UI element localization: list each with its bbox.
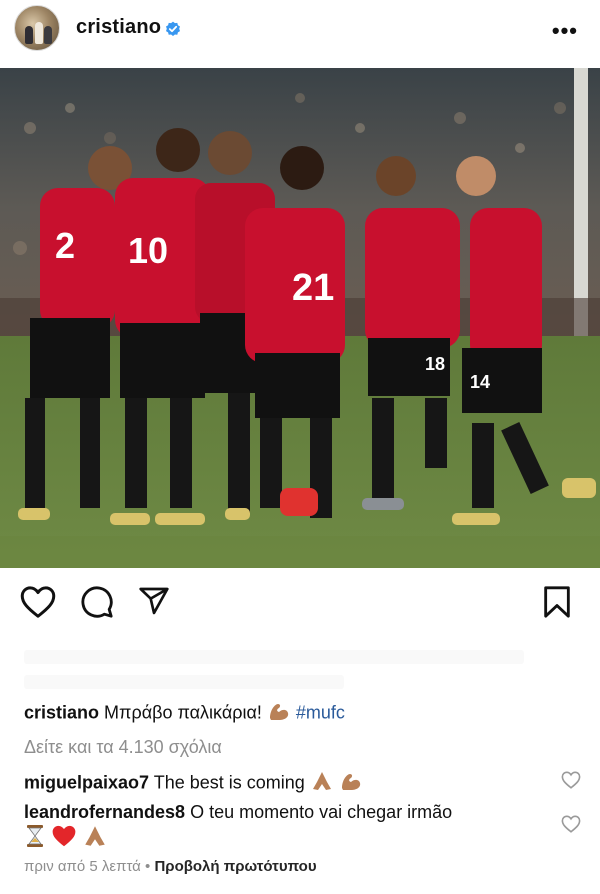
verified-icon [166, 21, 180, 36]
faded-text [24, 675, 344, 689]
svg-text:2: 2 [55, 225, 75, 266]
folded-hands-emoji [82, 824, 108, 853]
comment-emoji-row [24, 824, 108, 853]
flexed-biceps-emoji [267, 700, 291, 727]
see-original-link[interactable]: Προβολή πρωτότυπου [154, 858, 316, 875]
svg-text:10: 10 [128, 230, 168, 271]
profile-avatar[interactable] [14, 5, 60, 51]
comment-username[interactable]: leandrofernandes8 [24, 802, 185, 822]
hourglass-emoji [24, 824, 46, 853]
comment-text: The best is coming [153, 772, 305, 793]
red-heart-emoji [51, 824, 77, 853]
post-actions-bar [0, 585, 600, 625]
comment-like-icon[interactable] [561, 815, 581, 833]
post-photo[interactable]: 2 10 21 18 14 [0, 68, 600, 568]
caption-hashtag[interactable]: #mufc [296, 702, 345, 722]
comment-like-icon[interactable] [561, 771, 581, 789]
svg-text:21: 21 [292, 267, 334, 309]
comment-icon[interactable] [80, 585, 114, 619]
footer-separator: • [145, 858, 151, 875]
comment-username[interactable]: miguelpaixao7 [24, 772, 149, 792]
post-username[interactable]: cristiano [76, 16, 161, 39]
comment-row: miguelpaixao7 The best is coming [24, 770, 363, 797]
post-image: 2 10 21 18 14 [0, 68, 600, 568]
save-icon[interactable] [542, 585, 572, 619]
comment-text: O teu momento vai chegar irmão [190, 802, 453, 822]
folded-hands-emoji [310, 770, 334, 797]
caption-text: Μπράβο παλικάρια! [104, 702, 262, 723]
flexed-biceps-emoji [339, 770, 363, 797]
svg-text:14: 14 [470, 372, 490, 392]
post-header: cristiano ••• [0, 0, 600, 58]
post-time: πριν από 5 λεπτά [24, 858, 141, 875]
svg-text:18: 18 [425, 354, 445, 374]
comment-row: leandrofernandes8 O teu momento vai cheg… [24, 802, 452, 823]
share-icon[interactable] [137, 585, 171, 617]
more-options-button[interactable]: ••• [552, 18, 578, 44]
caption: cristiano Μπράβο παλικάρια! #mufc [24, 700, 345, 727]
post-footer: πριν από 5 λεπτά • Προβολή πρωτότυπου [24, 858, 317, 875]
view-all-comments-link[interactable]: Δείτε και τα 4.130 σχόλια [24, 737, 222, 758]
like-icon[interactable] [20, 585, 56, 619]
faded-text [24, 650, 524, 664]
caption-username[interactable]: cristiano [24, 702, 99, 722]
